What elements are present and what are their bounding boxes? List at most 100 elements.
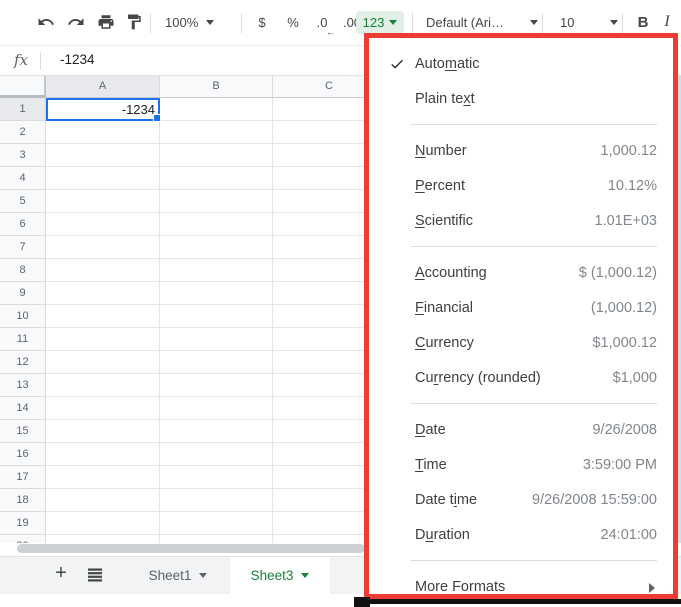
menu-item-financial[interactable]: Financial(1,000.12) — [369, 290, 673, 325]
menu-item-example-value: 10.12% — [608, 178, 673, 194]
decrease-decimal-button[interactable]: .0 ← — [309, 8, 335, 36]
menu-item-automatic[interactable]: Automatic — [369, 46, 673, 81]
toolbar-separator — [150, 13, 151, 33]
row-header-5[interactable]: 5 — [0, 190, 46, 213]
menu-item-example-value: 9/26/2008 15:59:00 — [532, 492, 673, 508]
menu-item-label: Date time — [415, 492, 477, 508]
row-header-7[interactable]: 7 — [0, 236, 46, 259]
column-header-B[interactable]: B — [160, 76, 273, 98]
undo-button[interactable] — [33, 8, 59, 36]
row-header-8[interactable]: 8 — [0, 259, 46, 282]
checkmark-placeholder — [389, 370, 415, 386]
row-header-18[interactable]: 18 — [0, 489, 46, 512]
toolbar-separator — [412, 13, 413, 33]
row-header-1[interactable]: 1 — [0, 98, 46, 121]
font-size-select[interactable]: 10 — [550, 8, 622, 36]
menu-item-label: Automatic — [415, 56, 480, 72]
toolbar-separator — [622, 13, 623, 33]
menu-item-plain-text[interactable]: Plain text — [369, 81, 673, 116]
menu-item-example-value: 3:59:00 PM — [583, 457, 673, 473]
menu-item-number[interactable]: Number1,000.12 — [369, 133, 673, 168]
chevron-down-icon — [389, 20, 397, 25]
number-format-label: 123 — [363, 15, 385, 30]
sheet-tab-sheet3[interactable]: Sheet3 — [230, 557, 330, 594]
redo-button[interactable] — [63, 8, 89, 36]
number-format-menu: AutomaticPlain textNumber1,000.12Percent… — [369, 38, 673, 594]
menu-item-label: Date — [415, 422, 446, 438]
menu-item-currency-rounded[interactable]: Currency (rounded)$1,000 — [369, 360, 673, 395]
menu-item-label: Duration — [415, 527, 470, 543]
checkmark-placeholder — [389, 457, 415, 473]
submenu-arrow-icon — [649, 583, 655, 593]
horizontal-scrollbar[interactable] — [17, 544, 365, 553]
row-header-10[interactable]: 10 — [0, 305, 46, 328]
column-header-A[interactable]: A — [46, 76, 160, 98]
bold-button[interactable]: B — [632, 8, 654, 36]
all-sheets-button[interactable] — [82, 562, 108, 588]
print-button[interactable] — [93, 8, 119, 36]
italic-button[interactable]: I — [656, 8, 678, 36]
row-header-2[interactable]: 2 — [0, 121, 46, 144]
row-header-14[interactable]: 14 — [0, 397, 46, 420]
sheet-tab-label: Sheet3 — [251, 568, 294, 583]
format-percent-button[interactable]: % — [281, 8, 305, 36]
checkmark-placeholder — [389, 527, 415, 543]
row-header-9[interactable]: 9 — [0, 282, 46, 305]
select-all-corner[interactable] — [0, 76, 46, 98]
arrow-left-icon: ← — [326, 27, 335, 37]
menu-item-example-value: $1,000 — [613, 370, 673, 386]
row-header-11[interactable]: 11 — [0, 328, 46, 351]
row-header-17[interactable]: 17 — [0, 466, 46, 489]
zoom-select[interactable]: 100% — [158, 8, 229, 36]
menu-item-accounting[interactable]: Accounting$ (1,000.12) — [369, 255, 673, 290]
font-family-select[interactable]: Default (Ari… — [420, 8, 542, 36]
menu-item-example-value: 24:01:00 — [601, 527, 673, 543]
fill-handle[interactable] — [153, 114, 161, 122]
italic-icon: I — [664, 13, 669, 31]
cell-A1[interactable]: -1234 — [46, 98, 160, 121]
percent-icon: % — [287, 15, 299, 30]
row-header-13[interactable]: 13 — [0, 374, 46, 397]
menu-item-scientific[interactable]: Scientific1.01E+03 — [369, 203, 673, 238]
menu-item-more-formats[interactable]: More Formats — [369, 569, 673, 594]
row-header-19[interactable]: 19 — [0, 512, 46, 535]
bold-icon: B — [638, 14, 649, 31]
annotation-black-line — [356, 599, 681, 604]
redo-icon — [67, 13, 85, 31]
row-header-20[interactable]: 20 — [0, 535, 46, 543]
print-icon — [97, 13, 115, 31]
menu-item-label: Percent — [415, 178, 465, 194]
row-header-3[interactable]: 3 — [0, 144, 46, 167]
fx-icon: fx — [14, 51, 28, 69]
chevron-down-icon — [199, 573, 207, 578]
row-header-4[interactable]: 4 — [0, 167, 46, 190]
paint-format-icon — [125, 13, 143, 31]
row-header-16[interactable]: 16 — [0, 443, 46, 466]
menu-item-date[interactable]: Date9/26/2008 — [369, 412, 673, 447]
row-header-6[interactable]: 6 — [0, 213, 46, 236]
menu-item-date-time[interactable]: Date time 9/26/2008 15:59:00 — [369, 482, 673, 517]
menu-item-label: Financial — [415, 300, 473, 316]
menu-item-label: More Formats — [415, 579, 505, 595]
menu-item-currency[interactable]: Currency$1,000.12 — [369, 325, 673, 360]
menu-item-time[interactable]: Time3:59:00 PM — [369, 447, 673, 482]
number-format-button[interactable]: 123 — [356, 11, 404, 34]
row-header-15[interactable]: 15 — [0, 420, 46, 443]
formula-bar-divider — [40, 52, 41, 70]
menu-item-percent[interactable]: Percent 10.12% — [369, 168, 673, 203]
cell-value: -1234 — [122, 101, 155, 119]
paint-format-button[interactable] — [121, 8, 147, 36]
row-header-12[interactable]: 12 — [0, 351, 46, 374]
menu-item-example-value: $ (1,000.12) — [579, 265, 673, 281]
menu-item-label: Plain text — [415, 91, 475, 107]
menu-separator — [411, 560, 657, 561]
toolbar-separator — [241, 13, 242, 33]
sheet-tab-sheet1[interactable]: Sheet1 — [132, 557, 224, 594]
all-sheets-menu-icon — [87, 567, 103, 583]
add-sheet-button[interactable]: + — [48, 560, 74, 586]
font-family-value: Default (Ari… — [426, 15, 504, 30]
format-currency-button[interactable]: $ — [250, 8, 274, 36]
menu-item-duration[interactable]: Duration 24:01:00 — [369, 517, 673, 552]
menu-item-example-value: 1,000.12 — [601, 143, 673, 159]
menu-item-example-value: $1,000.12 — [592, 335, 673, 351]
